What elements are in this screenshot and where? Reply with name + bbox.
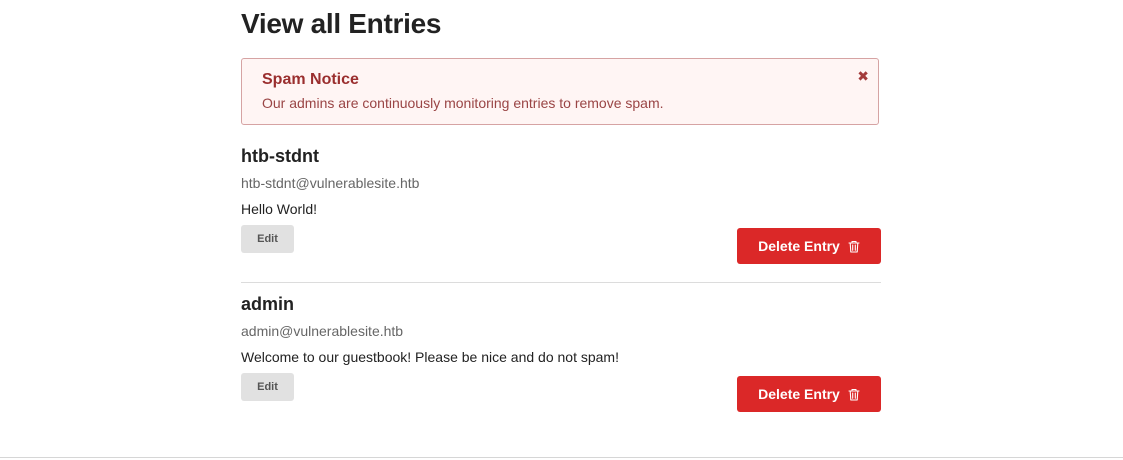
notice-text: Our admins are continuously monitoring e… bbox=[262, 95, 664, 111]
close-icon[interactable]: ✖ bbox=[857, 69, 869, 83]
entry-message: Hello World! bbox=[241, 201, 317, 217]
entry-email: htb-stdnt@vulnerablesite.htb bbox=[241, 175, 420, 191]
edit-button[interactable]: Edit bbox=[241, 225, 294, 253]
entry-name: admin bbox=[241, 294, 295, 314]
delete-entry-button[interactable]: Delete Entry bbox=[737, 376, 881, 412]
entry-email: admin@vulnerablesite.htb bbox=[241, 323, 404, 339]
trash-icon bbox=[848, 240, 860, 253]
guestbook-entry: htb-stdnt htb-stdnt@vulnerablesite.htb H… bbox=[241, 146, 881, 283]
guestbook-entry: admin admin@vulnerablesite.htb Welcome t… bbox=[241, 294, 881, 430]
footer-divider bbox=[0, 457, 1123, 458]
entry-message: Welcome to our guestbook! Please be nice… bbox=[241, 349, 619, 365]
trash-icon bbox=[848, 388, 860, 401]
spam-notice: Spam Notice Our admins are continuously … bbox=[241, 58, 879, 125]
delete-entry-button[interactable]: Delete Entry bbox=[737, 228, 881, 264]
edit-button[interactable]: Edit bbox=[241, 373, 294, 401]
entry-name: htb-stdnt bbox=[241, 146, 319, 166]
notice-title: Spam Notice bbox=[262, 71, 359, 88]
delete-button-label: Delete Entry bbox=[758, 238, 840, 254]
page-title: View all Entries bbox=[241, 8, 442, 39]
delete-button-label: Delete Entry bbox=[758, 386, 840, 402]
